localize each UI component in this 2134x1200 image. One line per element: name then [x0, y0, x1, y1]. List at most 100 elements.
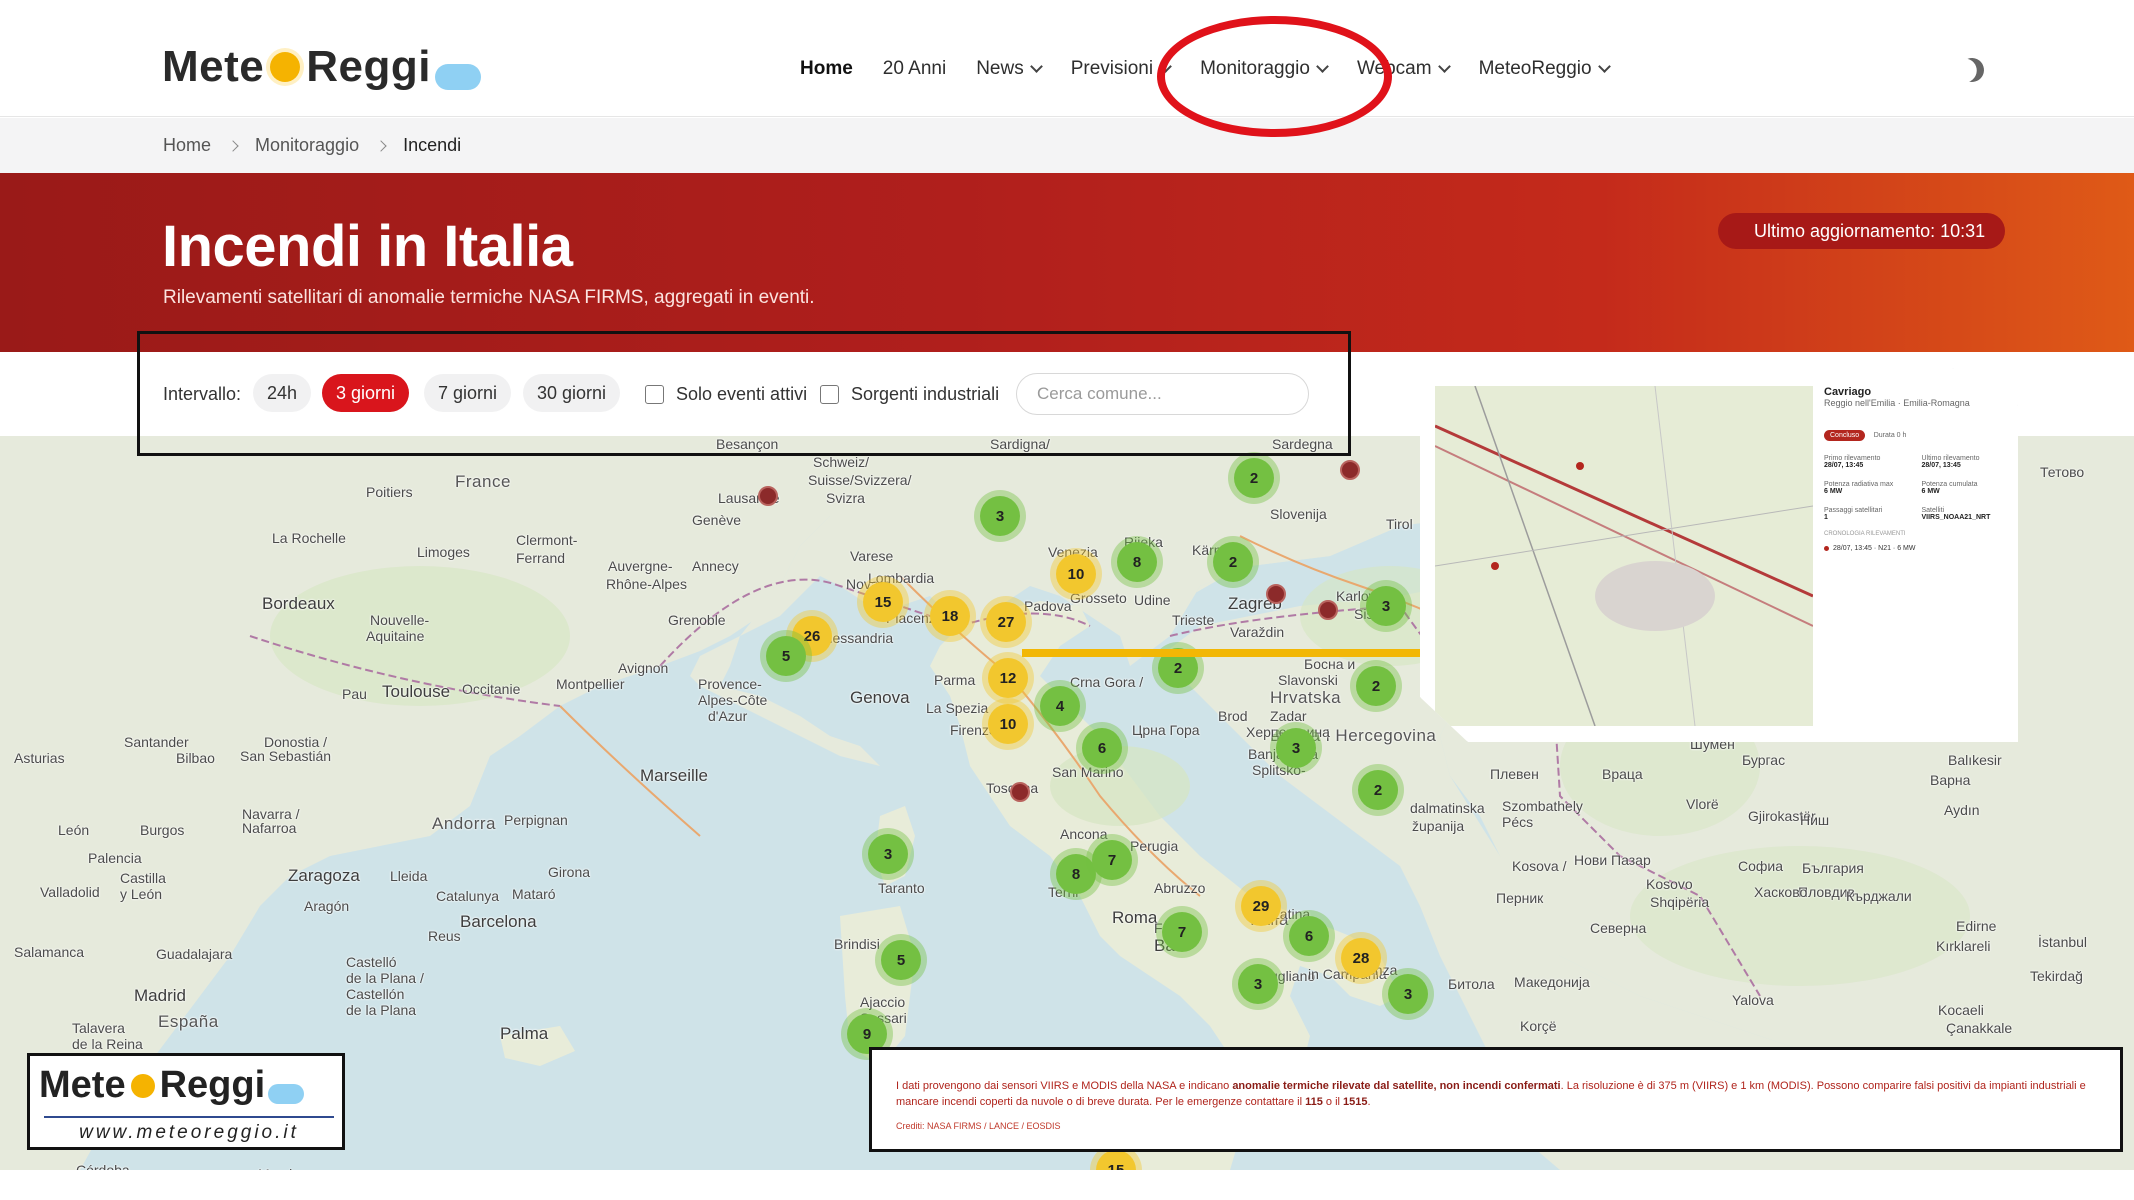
fire-cluster-marker[interactable]: 2	[1213, 542, 1253, 582]
fire-point-marker[interactable]	[1266, 584, 1286, 604]
map-place-label: Бургас	[1742, 752, 1786, 768]
map-place-label: Ajaccio	[860, 994, 906, 1010]
map-place-label: Sardigna/	[990, 436, 1050, 452]
nav-item-webcam[interactable]: Webcam	[1356, 58, 1451, 80]
nav-item-label: Webcam	[1356, 58, 1432, 79]
cloud-icon	[434, 64, 481, 90]
fire-cluster-marker[interactable]: 3	[1276, 728, 1316, 768]
map-place-label: Ниш	[1800, 812, 1830, 828]
map-place-label: España	[158, 1012, 219, 1031]
fire-cluster-marker[interactable]: 3	[1388, 974, 1428, 1014]
map-place-label: Slavonski	[1278, 672, 1338, 688]
map-place-label: Palencia	[88, 850, 142, 866]
range-label: 7 giorni	[438, 382, 498, 403]
fire-cluster-marker[interactable]: 15	[863, 582, 903, 622]
fire-cluster-marker[interactable]: 10	[988, 704, 1028, 744]
moon-icon[interactable]	[1957, 55, 1988, 86]
industrial-sources-checkbox[interactable]: Sorgenti industriali	[820, 384, 999, 405]
fire-cluster-marker[interactable]: 4	[1040, 686, 1080, 726]
fire-cluster-marker[interactable]: 3	[980, 496, 1020, 536]
fire-point-marker[interactable]	[1318, 600, 1338, 620]
map-place-label: Hrvatska	[1270, 688, 1342, 707]
emergency-number: 1515	[1343, 1096, 1368, 1108]
fire-point-marker[interactable]	[1010, 782, 1030, 802]
fire-cluster-marker[interactable]: 5	[881, 940, 921, 980]
map-place-label: France	[455, 472, 511, 491]
fire-point-marker[interactable]	[1340, 460, 1360, 480]
map-place-label: Varese	[850, 548, 894, 564]
checkbox-box[interactable]	[645, 385, 664, 404]
map-place-label: Castilla	[120, 870, 166, 886]
fire-cluster-marker[interactable]: 12	[988, 658, 1028, 698]
search-input[interactable]	[1016, 373, 1309, 415]
inset-field-key: Passaggi satellitari	[1824, 507, 1883, 514]
map-place-label: İstanbul	[2038, 934, 2088, 950]
fire-cluster-marker[interactable]: 6	[1289, 916, 1329, 956]
nav-item-home[interactable]: Home	[800, 58, 853, 80]
map-place-label: Barcelona	[460, 912, 537, 931]
map-place-label: Плевен	[1490, 766, 1539, 782]
map-place-label: Asturias	[14, 750, 65, 766]
fire-cluster-marker[interactable]: 2	[1358, 770, 1398, 810]
fire-cluster-marker[interactable]: 3	[1366, 586, 1406, 626]
map-place-label: Yalova	[1732, 992, 1774, 1008]
fire-cluster-marker[interactable]: 10	[1056, 554, 1096, 594]
map-place-label: Roma	[1112, 908, 1158, 927]
fire-cluster-marker[interactable]: 7	[1162, 912, 1202, 952]
map-place-label: Çanakkale	[1946, 1020, 2013, 1036]
nav-item-label: Home	[800, 58, 853, 79]
map-place-label: Varaždin	[1230, 624, 1285, 640]
fire-cluster-marker[interactable]: 29	[1241, 886, 1281, 926]
fire-cluster-marker[interactable]: 8	[1056, 854, 1096, 894]
map-place-label: Abruzzo	[1154, 880, 1206, 896]
inset-field-value: 28/07, 13:45	[1921, 462, 1961, 469]
fire-cluster-marker[interactable]: 2	[1356, 666, 1396, 706]
site-logo[interactable]: Mete Reggi	[162, 42, 481, 92]
page: Mete Reggi Home 20 Anni News Previsioni Moni…	[0, 0, 2134, 1200]
range-30d-button[interactable]: 30 giorni	[523, 374, 621, 412]
fire-cluster-marker[interactable]: 28	[1341, 938, 1381, 978]
fire-cluster-marker[interactable]: 18	[930, 596, 970, 636]
fire-cluster-marker[interactable]: 27	[986, 602, 1026, 642]
breadcrumb-item[interactable]: Monitoraggio	[255, 135, 359, 156]
fire-cluster-marker[interactable]: 3	[1238, 964, 1278, 1004]
fire-cluster-marker[interactable]: 7	[1092, 840, 1132, 880]
map-place-label: Genova	[850, 688, 910, 707]
range-label: 3 giorni	[336, 382, 396, 403]
map-place-label: Auvergne-	[608, 558, 673, 574]
nav-item-monitoraggio[interactable]: Monitoraggio	[1200, 58, 1329, 80]
nav-item-meteoreggio[interactable]: MeteoReggio	[1478, 58, 1611, 80]
fire-cluster-marker[interactable]: 6	[1082, 728, 1122, 768]
fire-cluster-marker[interactable]: 3	[868, 834, 908, 874]
inset-details: Cavriago Reggio nell'Emilia · Emilia-Rom…	[1824, 386, 2009, 552]
chevron-down-icon	[1597, 60, 1611, 73]
range-3d-button[interactable]: 3 giorni	[322, 374, 410, 412]
checkbox-box[interactable]	[820, 385, 839, 404]
fire-cluster-marker[interactable]: 5	[766, 636, 806, 676]
fire-cluster-marker[interactable]: 8	[1117, 542, 1157, 582]
map-place-label: Girona	[548, 864, 591, 880]
map-place-label: d'Azur	[708, 708, 748, 724]
range-7d-button[interactable]: 7 giorni	[424, 374, 512, 412]
interval-label: Intervallo:	[163, 384, 242, 404]
breadcrumb-item[interactable]: Home	[163, 135, 211, 156]
fire-cluster-marker[interactable]: 2	[1234, 458, 1274, 498]
map-place-label: Враца	[1602, 766, 1643, 782]
fire-point-marker[interactable]	[758, 486, 778, 506]
chevron-down-icon	[1316, 60, 1329, 73]
nav-item-previsioni[interactable]: Previsioni	[1071, 58, 1172, 80]
map-place-label: Poitiers	[366, 484, 413, 500]
inset-title: Cavriago	[1824, 386, 1872, 398]
map-place-label: Нови Пазар	[1574, 852, 1651, 868]
map-place-label: Genève	[692, 512, 742, 528]
nav-item-news[interactable]: News	[976, 58, 1043, 80]
nav-item-label: MeteoReggio	[1478, 58, 1592, 79]
nav-item-20-anni[interactable]: 20 Anni	[883, 58, 946, 80]
map-place-label: Schweiz/	[813, 454, 870, 470]
map-place-label: Crna Gora /	[1070, 674, 1144, 690]
active-only-checkbox[interactable]: Solo eventi attivi	[645, 384, 807, 405]
credits-link[interactable]: Crediti: NASA FIRMS / LANCE / EOSDIS	[896, 1118, 2096, 1134]
range-24h-button[interactable]: 24h	[253, 374, 312, 412]
map-place-label: Kocaeli	[1938, 1002, 1984, 1018]
map-place-label: Кърджали	[1846, 888, 1912, 904]
